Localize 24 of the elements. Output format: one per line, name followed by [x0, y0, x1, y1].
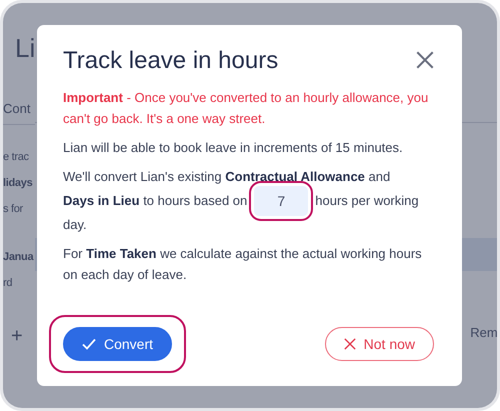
convert-button[interactable]: Convert: [63, 327, 172, 361]
conversion-text: day.: [63, 216, 88, 234]
close-button[interactable]: [416, 51, 436, 71]
page-heading: Li: [14, 32, 36, 59]
info-text: Lian will be able to book leave in increments of 15 minutes.: [63, 139, 404, 157]
add-button[interactable]: +: [3, 325, 36, 348]
page-text: rd: [3, 277, 12, 289]
close-icon: [344, 338, 356, 350]
note-text: For Time Taken we calculate against the actual working hours on each day of leave.: [63, 245, 423, 284]
page-text: lidays: [3, 177, 32, 189]
hours-input[interactable]: 7: [254, 186, 308, 216]
conversion-text: We'll convert Lian's existing Contractual Allowance and: [63, 168, 392, 186]
page-text: e trac: [3, 151, 29, 163]
conversion-text: Days in Lieu to hours based on: [63, 192, 248, 210]
cancel-button[interactable]: Not now: [324, 327, 434, 361]
close-icon: [416, 51, 434, 69]
column-header: Rem: [470, 325, 497, 340]
conversion-text: hours per working: [315, 192, 419, 210]
page-text: Janua: [3, 251, 34, 263]
dialog-title: Track leave in hours: [63, 47, 278, 75]
tab[interactable]: Cont: [3, 101, 36, 125]
warning-text: Important - Once you've converted to an hourly allowance, you can't go back. It's a one way street.: [63, 89, 430, 128]
check-icon: [82, 338, 96, 350]
page-text: s for: [3, 203, 23, 215]
